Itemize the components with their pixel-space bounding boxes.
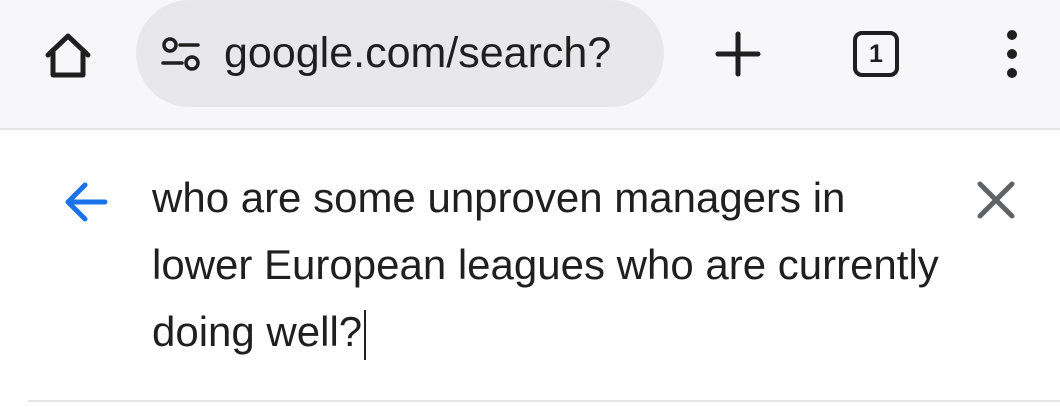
more-vert-icon (1007, 30, 1017, 78)
home-icon (45, 33, 91, 78)
site-info-button[interactable] (158, 31, 204, 77)
address-bar[interactable]: google.com/search? (136, 0, 664, 107)
tune-icon (161, 36, 200, 71)
text-cursor (364, 309, 367, 360)
search-query-input[interactable]: who are some unproven managers in lower … (152, 164, 942, 365)
tab-count: 1 (869, 39, 883, 68)
new-tab-button[interactable] (706, 22, 770, 86)
divider (28, 400, 1060, 402)
home-button[interactable] (38, 25, 98, 85)
close-icon (977, 181, 1015, 219)
browser-toolbar: google.com/search? 1 (0, 0, 1060, 130)
search-query-text: who are some unproven managers in lower … (152, 174, 939, 355)
clear-button[interactable] (966, 170, 1026, 230)
back-button[interactable] (56, 172, 116, 232)
menu-button[interactable] (990, 22, 1034, 86)
url-text[interactable]: google.com/search? (224, 29, 611, 78)
plus-icon (715, 31, 761, 77)
arrow-back-icon (65, 182, 108, 222)
tab-count-badge: 1 (853, 31, 899, 77)
search-suggestion-panel: who are some unproven managers in lower … (0, 130, 1060, 407)
tab-switcher-button[interactable]: 1 (846, 24, 906, 84)
